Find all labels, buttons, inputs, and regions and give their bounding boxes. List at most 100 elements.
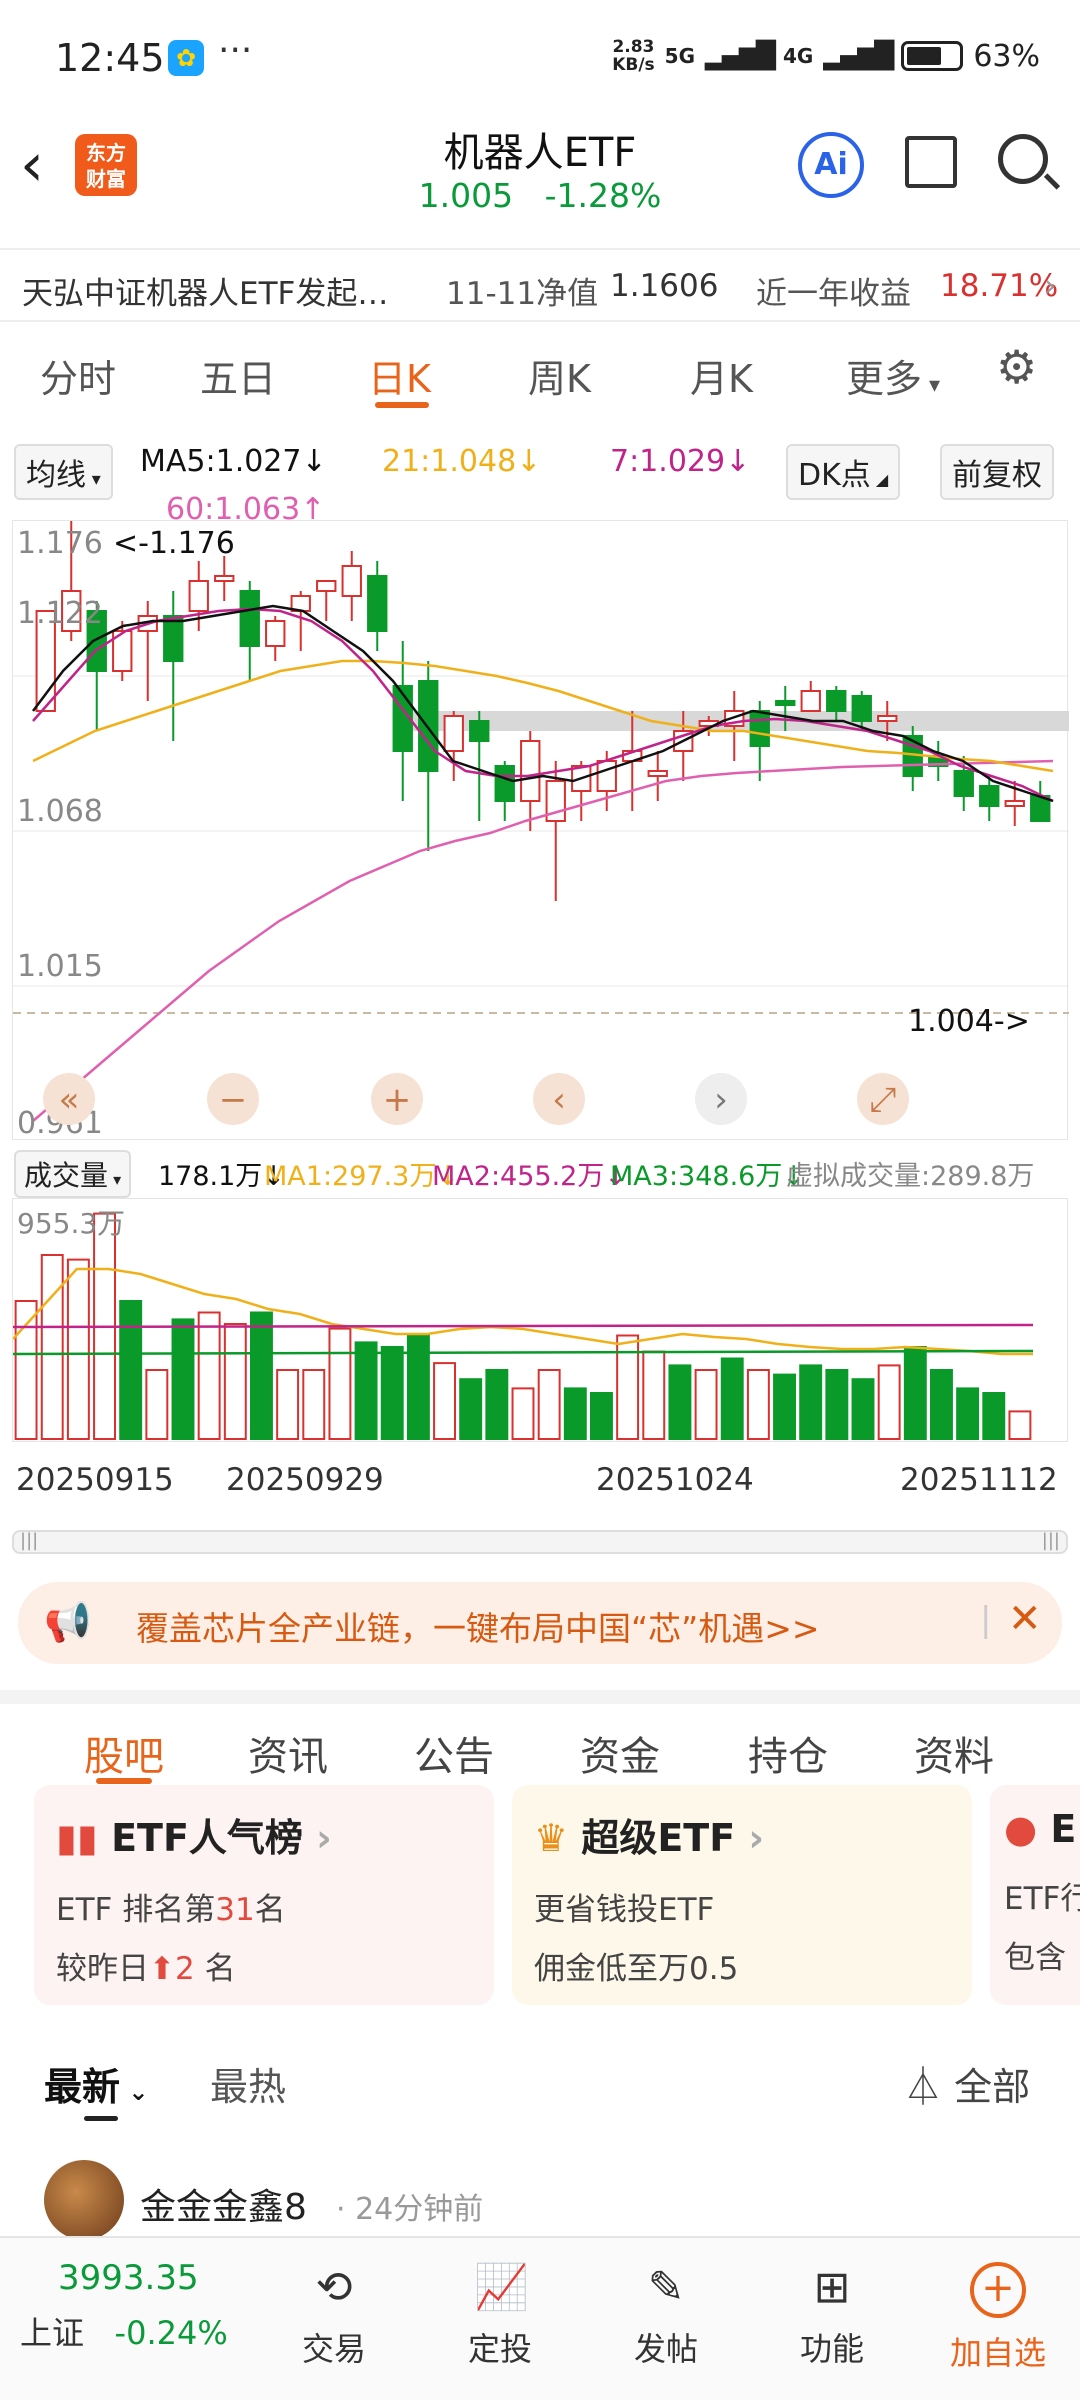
volume-bar [851,1378,875,1440]
filter-button[interactable]: ⏃ 全部 [904,2056,1030,2111]
tab-announcements[interactable]: 公告 [414,1724,494,1782]
ai-assistant-icon[interactable]: Ai [798,132,864,198]
scroll-handle-left[interactable]: ||| [20,1530,38,1551]
tab-weekly-k[interactable]: 周K [528,348,591,403]
post-username[interactable]: 金金金鑫8 [140,2178,307,2230]
tab-funds-flow[interactable]: 资金 [580,1724,660,1782]
nav-add-watchlist[interactable]: + 加自选 [938,2248,1058,2374]
scroll-handle-right[interactable]: ||| [1042,1530,1060,1551]
dk-point-toggle[interactable]: DK点 ◢ [786,444,901,500]
status-time: 12:45 [55,36,165,80]
volume-bar [354,1341,378,1440]
high-price-label: <-1.176 [113,526,235,561]
volume-bar [171,1318,195,1440]
candle-body [341,565,362,597]
price-adjust-toggle[interactable]: 前复权 [940,444,1054,500]
y-label-4: 1.015 [17,949,103,984]
tab-guba[interactable]: 股吧 [84,1724,164,1782]
volume-bar [825,1369,849,1440]
feature-cards: ▮▮ ETF人气榜 › ETF 排名第31名 较昨日⬆2 名 ♛ 超级ETF ›… [0,1785,1080,2015]
search-icon[interactable] [998,134,1048,184]
scroll-left-icon[interactable]: ‹ [552,1080,566,1120]
sort-hot[interactable]: 最热 [210,2056,286,2111]
volume-svg: 955.3万 [12,1207,1034,1441]
super-etf-card[interactable]: ♛ 超级ETF › 更省钱投ETF 佣金低至万0.5 [512,1785,972,2005]
fullscreen-icon[interactable]: ⤢ [869,1080,896,1120]
scroll-right-icon[interactable]: › [714,1080,728,1120]
volume-ma1-line [12,1267,1033,1356]
chart-scrollbar[interactable]: ||| ||| [12,1530,1068,1554]
volume-bar [197,1311,221,1440]
signal-bars-icon: ▂▄▆█ [705,41,776,71]
volume-ma3-line [12,1349,1034,1356]
tab-five-day[interactable]: 五日 [200,348,276,403]
volume-bar [119,1300,143,1440]
volume-bar [642,1350,666,1441]
zoom-out-icon[interactable]: − [219,1080,248,1120]
low-price-label: 1.004-> [908,1004,1030,1039]
volume-chart[interactable]: 955.3万 [12,1198,1068,1442]
etf-popularity-card[interactable]: ▮▮ ETF人气榜 › ETF 排名第31名 较昨日⬆2 名 [34,1785,494,2005]
etf-card-partial[interactable]: ● E ETF行 包含 [990,1785,1080,2005]
y-label-1: 1.176 [17,526,103,561]
volume-selector[interactable]: 成交量 ▾ [14,1150,132,1198]
post-item[interactable]: 金金金鑫8 · 24分钟前 [0,2160,1080,2240]
promo-banner[interactable]: 📢 覆盖芯片全产业链，一键布局中国“芯”机遇>> | ✕ [18,1582,1062,1664]
virtual-volume: 虚拟成交量:289.8万 [786,1161,1035,1192]
tab-news[interactable]: 资讯 [248,1724,328,1782]
ma7-line [32,607,1054,803]
nav-fixed-invest[interactable]: 📈 定投 [440,2248,560,2370]
share-icon[interactable] [905,136,957,188]
date-label-2: 20250929 [226,1462,384,1498]
settings-gear-icon[interactable]: ⚙ [996,340,1037,394]
banner-divider: | [980,1600,992,1640]
nav-trade[interactable]: ⟲ 交易 [274,2248,394,2370]
nav-post[interactable]: ✎ 发帖 [606,2248,726,2370]
date-label-1: 20250915 [16,1462,174,1498]
candle-body [214,575,235,582]
sort-underline [84,2116,118,2121]
tab-more[interactable]: 更多 ▾ [846,348,940,403]
close-icon[interactable]: ✕ [1008,1596,1042,1642]
sort-latest[interactable]: 最新 ⌄ [44,2056,148,2111]
qq-notification-icon: ✿ [168,40,204,76]
volume-bar [14,1300,38,1440]
zoom-in-icon[interactable]: + [383,1080,412,1120]
tab-intraday[interactable]: 分时 [40,348,116,403]
tab-holdings[interactable]: 持仓 [748,1724,828,1782]
active-subtab-underline [96,1778,152,1784]
card-line-1: 更省钱投ETF [534,1892,715,1928]
fund-info-bar[interactable]: 天弘中证机器人ETF发起… 11-11净值 1.1606 近一年收益 18.71… [0,248,1080,322]
date-axis: 20250915 20250929 20251024 20251112 [0,1462,1080,1502]
card-title: ● E [1004,1807,1077,1851]
tab-daily-k[interactable]: 日K [368,348,431,403]
avatar[interactable] [44,2160,124,2240]
candle-body [443,715,464,752]
tab-profile[interactable]: 资料 [914,1724,994,1782]
volume-bar [720,1357,744,1440]
date-label-4: 20251112 [900,1462,1058,1498]
trade-icon: ⟲ [315,2262,353,2313]
nav-functions[interactable]: ⊞ 功能 [772,2248,892,2370]
y-label-2: 1.122 [17,596,103,631]
promo-text: 覆盖芯片全产业链，一键布局中国“芯”机遇>> [136,1609,820,1648]
candle-body [188,580,209,612]
volume-bar [877,1364,901,1440]
tab-monthly-k[interactable]: 月K [690,348,753,403]
volume-bar [590,1392,613,1440]
index-ticker[interactable]: 3993.35 上证 -0.24% [20,2258,260,2354]
zoom-out-far-icon[interactable]: « [59,1080,80,1120]
filter-icon: ⏃ [904,2065,943,2109]
edit-icon: ✎ [647,2262,685,2313]
card-line-2: 包含 [1004,1940,1066,1976]
battery-icon [901,41,964,71]
ma-selector[interactable]: 均线 ▾ [14,444,113,500]
index-value: 3993.35 [58,2258,199,2298]
volume-bar [903,1346,927,1440]
candlestick-chart[interactable]: 1.176 1.122 1.068 1.015 0.961 <-1.176 1.… [12,520,1069,1141]
candle-body [1004,800,1025,807]
candle-body [979,785,1000,807]
volume-bar [223,1323,247,1440]
volume-ma3: MA3:348.6万↓ [610,1161,805,1192]
volume-bar [668,1364,692,1440]
